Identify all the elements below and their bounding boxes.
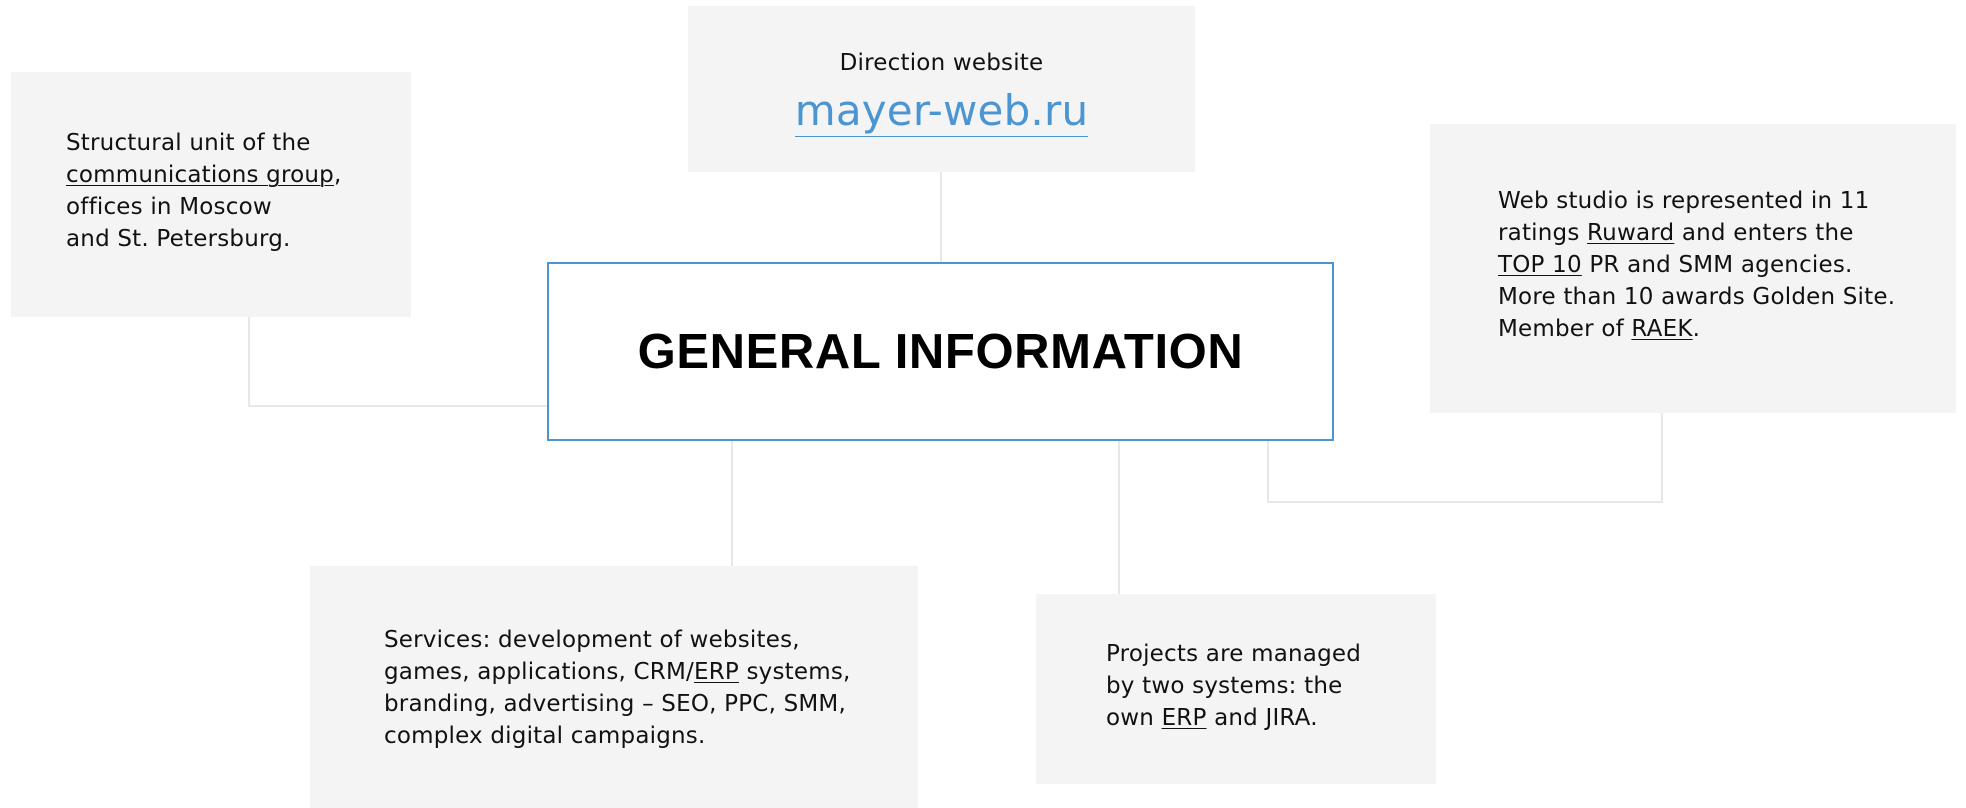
page-title: GENERAL INFORMATION bbox=[637, 324, 1244, 379]
communications-group-link[interactable]: communications group bbox=[66, 162, 334, 188]
ratings-text: and enters the bbox=[1674, 220, 1854, 246]
projects-text: own bbox=[1106, 705, 1162, 731]
website-link[interactable]: mayer-web.ru bbox=[794, 87, 1089, 137]
structure-line: offices in Moscow bbox=[66, 194, 272, 220]
ruward-link[interactable]: Ruward bbox=[1587, 220, 1674, 246]
ratings-text: PR and SMM agencies. bbox=[1581, 252, 1853, 278]
structure-line: Structural unit of the bbox=[66, 130, 311, 156]
services-line: Services: development of websites, bbox=[384, 627, 800, 653]
projects-text: and JIRA. bbox=[1206, 705, 1318, 731]
website-label: Direction website bbox=[839, 50, 1044, 76]
connector-structure bbox=[248, 317, 547, 407]
ratings-card: Web studio is represented in 11 ratings … bbox=[1430, 124, 1956, 413]
structure-comma: , bbox=[333, 162, 342, 188]
erp-link[interactable]: ERP bbox=[1162, 705, 1207, 731]
website-card: Direction website mayer-web.ru bbox=[688, 6, 1195, 172]
services-card: Services: development of websites, games… bbox=[310, 566, 918, 808]
ratings-text: . bbox=[1692, 316, 1701, 342]
ratings-line: ratings Ruward and enters the bbox=[1498, 217, 1956, 249]
erp-link[interactable]: ERP bbox=[694, 659, 739, 685]
projects-card: Projects are managed by two systems: the… bbox=[1036, 594, 1436, 784]
services-line: complex digital campaigns. bbox=[384, 723, 706, 749]
structure-line: communications group, bbox=[66, 159, 411, 191]
ratings-text: Member of bbox=[1498, 316, 1632, 342]
projects-line: by two systems: the bbox=[1106, 673, 1343, 699]
ratings-line: Web studio is represented in 11 bbox=[1498, 188, 1870, 214]
projects-line: Projects are managed bbox=[1106, 641, 1362, 667]
services-text: systems, bbox=[738, 659, 851, 685]
ratings-line: TOP 10 PR and SMM agencies. bbox=[1498, 249, 1956, 281]
services-line: games, applications, CRM/ERP systems, bbox=[384, 656, 918, 688]
top10-link[interactable]: TOP 10 bbox=[1498, 252, 1582, 278]
center-box: GENERAL INFORMATION bbox=[547, 262, 1334, 441]
ratings-text: ratings bbox=[1498, 220, 1588, 246]
services-text: games, applications, CRM/ bbox=[384, 659, 694, 685]
ratings-line: Member of RAEK. bbox=[1498, 313, 1956, 345]
raek-link[interactable]: RAEK bbox=[1631, 316, 1692, 342]
structure-card: Structural unit of the communications gr… bbox=[11, 72, 411, 317]
projects-line: own ERP and JIRA. bbox=[1106, 702, 1436, 734]
structure-line: and St. Petersburg. bbox=[66, 226, 291, 252]
ratings-line: More than 10 awards Golden Site. bbox=[1498, 284, 1896, 310]
services-line: branding, advertising – SEO, PPC, SMM, bbox=[384, 691, 846, 717]
